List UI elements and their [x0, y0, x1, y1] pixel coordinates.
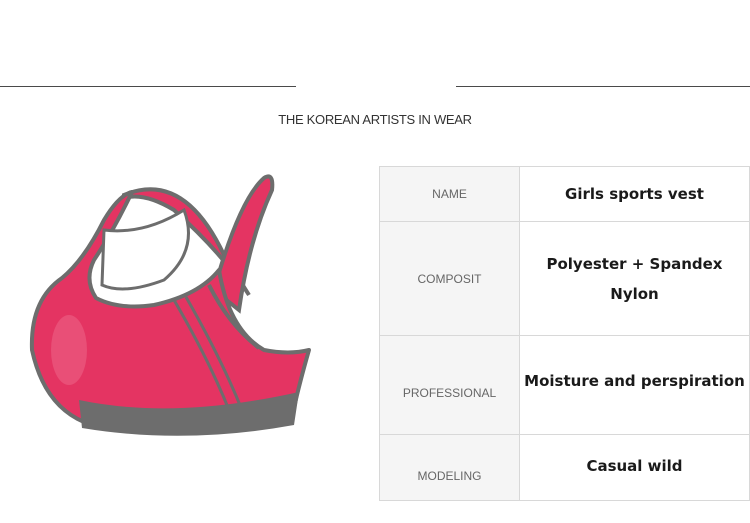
spec-value-line: Girls sports vest [565, 185, 704, 203]
spec-value-professional: Moisture and perspiration [519, 335, 750, 435]
spec-label-composit: COMPOSIT [379, 221, 520, 336]
divider-right [456, 86, 750, 87]
spec-value-line: Casual wild [586, 457, 683, 475]
spec-label-modeling: MODELING [379, 434, 520, 501]
spec-label-name: NAME [379, 166, 520, 222]
spec-value-modeling: Casual wild [519, 434, 750, 501]
sports-bra-image [29, 174, 311, 436]
spec-table: NAME Girls sports vest COMPOSIT Polyeste… [379, 166, 750, 501]
spec-label-professional: PROFESSIONAL [379, 335, 520, 435]
spec-value-line: Polyester + Spandex [546, 254, 723, 273]
table-row: NAME Girls sports vest [379, 166, 750, 222]
spec-value-line: Moisture and perspiration [524, 372, 745, 390]
spec-value-name: Girls sports vest [519, 166, 750, 222]
brand-heading: THE KOREAN ARTISTS IN WEAR [278, 112, 472, 127]
divider-left [0, 86, 296, 87]
spec-value-line: Nylon [610, 284, 659, 303]
table-row: COMPOSIT Polyester + Spandex Nylon [379, 221, 750, 336]
spec-value-composit: Polyester + Spandex Nylon [519, 221, 750, 336]
table-row: PROFESSIONAL Moisture and perspiration [379, 335, 750, 435]
table-row: MODELING Casual wild [379, 434, 750, 501]
